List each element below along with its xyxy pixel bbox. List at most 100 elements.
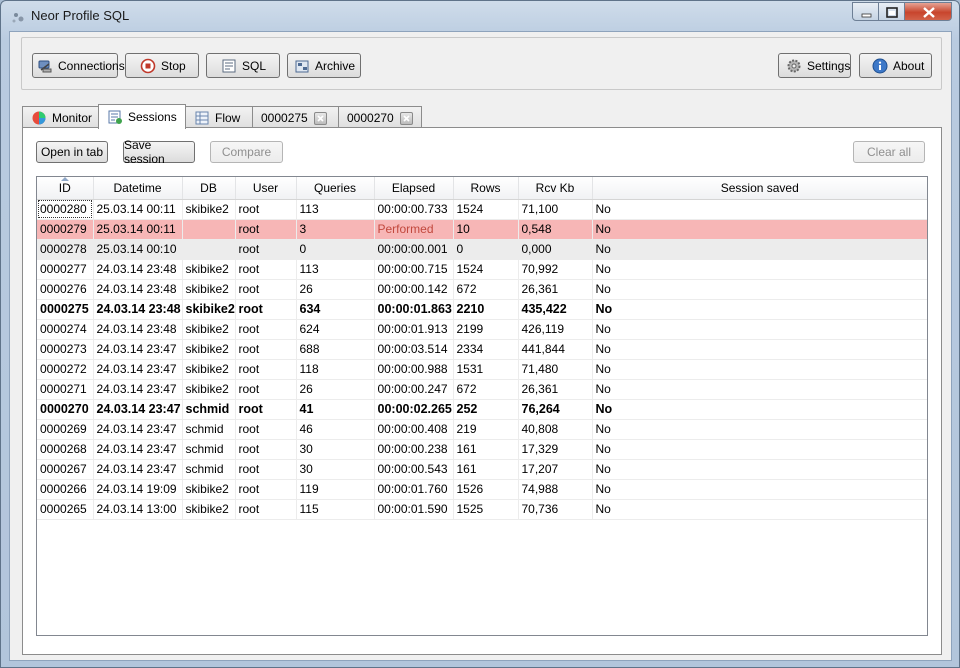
- table-row[interactable]: 0000279 25.03.14 00:11 root 3 Performed 10 0,5…: [37, 219, 927, 240]
- close-button[interactable]: [904, 2, 952, 21]
- title-bar[interactable]: Neor Profile SQL: [1, 1, 959, 31]
- cell-user: root: [235, 299, 297, 320]
- minimize-button[interactable]: [852, 2, 879, 21]
- cell-user: root: [235, 279, 297, 300]
- sql-label: SQL: [242, 58, 267, 73]
- sessions-table[interactable]: ID Datetime DB User Queries Elapsed Rows…: [36, 176, 928, 636]
- maximize-button[interactable]: [878, 2, 905, 21]
- cell-saved: No: [592, 459, 927, 480]
- table-row[interactable]: 0000270 24.03.14 23:47 schmid root 41 00:00:0…: [37, 399, 927, 420]
- column-header-session-saved[interactable]: Session saved: [592, 177, 927, 200]
- close-tab-icon[interactable]: [313, 111, 327, 125]
- tab-flow[interactable]: Flow: [185, 106, 253, 129]
- cell-queries: 41: [296, 399, 375, 420]
- compare-button[interactable]: Compare: [210, 141, 283, 163]
- about-label: About: [893, 58, 925, 73]
- column-header-rcv-kb[interactable]: Rcv Kb: [518, 177, 593, 200]
- column-header-queries[interactable]: Queries: [296, 177, 375, 200]
- table-row[interactable]: 0000267 24.03.14 23:47 schmid root 30 00:00:0…: [37, 459, 927, 480]
- close-tab-icon[interactable]: [399, 111, 413, 125]
- cell-elapsed: 00:00:01.863: [374, 299, 454, 320]
- cell-datetime: 24.03.14 23:47: [93, 439, 183, 460]
- cell-elapsed: 00:00:00.142: [374, 279, 454, 300]
- minimize-icon: [861, 13, 872, 18]
- table-row[interactable]: 0000271 24.03.14 23:47 skibike2 root 26 00:00…: [37, 379, 927, 400]
- cell-user: root: [235, 319, 297, 340]
- about-button[interactable]: About: [859, 53, 932, 78]
- table-row[interactable]: 0000277 24.03.14 23:48 skibike2 root 113 00:0…: [37, 259, 927, 280]
- cell-datetime: 24.03.14 23:47: [93, 359, 183, 380]
- tab-sessions[interactable]: Sessions: [98, 104, 186, 129]
- cell-datetime: 24.03.14 23:48: [93, 319, 183, 340]
- cell-elapsed: 00:00:01.760: [374, 479, 454, 500]
- cell-id: 0000275: [37, 299, 94, 320]
- table-row[interactable]: 0000266 24.03.14 19:09 skibike2 root 119 00:0…: [37, 479, 927, 500]
- cell-id: 0000280: [37, 199, 94, 220]
- stop-button[interactable]: Stop: [125, 53, 199, 78]
- cell-saved: No: [592, 319, 927, 340]
- cell-rcv: 76,264: [518, 399, 593, 420]
- table-row[interactable]: 0000269 24.03.14 23:47 schmid root 46 00:00:0…: [37, 419, 927, 440]
- cell-saved: No: [592, 199, 927, 220]
- table-row[interactable]: 0000280 25.03.14 00:11 skibike2 root 113 00:0…: [37, 199, 927, 220]
- cell-rcv: 40,808: [518, 419, 593, 440]
- info-icon: [872, 58, 888, 73]
- connections-button[interactable]: Connections: [32, 53, 125, 78]
- cell-elapsed: 00:00:00.238: [374, 439, 454, 460]
- cell-rcv: 435,422: [518, 299, 593, 320]
- client-area: Connections Stop SQL Archive Settings Ab…: [9, 31, 952, 661]
- sql-button[interactable]: SQL: [206, 53, 280, 78]
- cell-rows: 672: [453, 379, 519, 400]
- tab-session-0000275[interactable]: 0000275: [252, 106, 339, 129]
- table-row[interactable]: 0000278 25.03.14 00:10 root 0 00:00:00.001 0 0…: [37, 239, 927, 260]
- table-row[interactable]: 0000276 24.03.14 23:48 skibike2 root 26 00:00…: [37, 279, 927, 300]
- tab-monitor[interactable]: Monitor: [22, 106, 99, 129]
- save-session-button[interactable]: Save session: [123, 138, 195, 166]
- cell-rcv: 441,844: [518, 339, 593, 360]
- table-row[interactable]: 0000275 24.03.14 23:48 skibike2 root 634 00:0…: [37, 299, 927, 320]
- cell-rcv: 71,480: [518, 359, 593, 380]
- column-header-user[interactable]: User: [235, 177, 297, 200]
- cell-datetime: 24.03.14 23:47: [93, 339, 183, 360]
- cell-db: [182, 219, 236, 240]
- table-row[interactable]: 0000268 24.03.14 23:47 schmid root 30 00:00:0…: [37, 439, 927, 460]
- cell-datetime: 24.03.14 13:00: [93, 499, 183, 520]
- archive-button[interactable]: Archive: [287, 53, 361, 78]
- column-header-datetime[interactable]: Datetime: [93, 177, 183, 200]
- column-header-rows[interactable]: Rows: [453, 177, 519, 200]
- cell-user: root: [235, 259, 297, 280]
- table-row[interactable]: 0000265 24.03.14 13:00 skibike2 root 115 00:0…: [37, 499, 927, 520]
- table-header: ID Datetime DB User Queries Elapsed Rows…: [37, 177, 927, 200]
- tab-session-0000270[interactable]: 0000270: [338, 106, 422, 129]
- tab-strip: Monitor Sessions Flow 0000275 0000270: [22, 104, 522, 129]
- connections-icon: [38, 60, 52, 72]
- restore-icon: [886, 7, 898, 18]
- open-in-tab-button[interactable]: Open in tab: [36, 141, 108, 163]
- table-row[interactable]: 0000272 24.03.14 23:47 skibike2 root 118 00:0…: [37, 359, 927, 380]
- cell-elapsed: 00:00:00.543: [374, 459, 454, 480]
- cell-rcv: 0,000: [518, 239, 593, 260]
- column-header-db[interactable]: DB: [182, 177, 236, 200]
- cell-saved: No: [592, 499, 927, 520]
- cell-datetime: 24.03.14 19:09: [93, 479, 183, 500]
- column-header-id[interactable]: ID: [37, 177, 94, 200]
- cell-rcv: 71,100: [518, 199, 593, 220]
- cell-datetime: 24.03.14 23:47: [93, 419, 183, 440]
- gear-icon: [787, 59, 801, 72]
- cell-datetime: 24.03.14 23:47: [93, 399, 183, 420]
- cell-rows: 1531: [453, 359, 519, 380]
- cell-saved: No: [592, 339, 927, 360]
- cell-rcv: 0,548: [518, 219, 593, 240]
- table-row[interactable]: 0000274 24.03.14 23:48 skibike2 root 624 00:0…: [37, 319, 927, 340]
- sessions-icon: [108, 110, 122, 124]
- cell-queries: 624: [296, 319, 375, 340]
- settings-button[interactable]: Settings: [778, 53, 851, 78]
- cell-datetime: 24.03.14 23:48: [93, 259, 183, 280]
- cell-elapsed: 00:00:00.715: [374, 259, 454, 280]
- column-header-elapsed[interactable]: Elapsed: [374, 177, 454, 200]
- cell-elapsed: 00:00:00.988: [374, 359, 454, 380]
- clear-all-button[interactable]: Clear all: [853, 141, 925, 163]
- table-row[interactable]: 0000273 24.03.14 23:47 skibike2 root 688 00:0…: [37, 339, 927, 360]
- tab-sessions-label: Sessions: [128, 110, 177, 124]
- cell-db: schmid: [182, 419, 236, 440]
